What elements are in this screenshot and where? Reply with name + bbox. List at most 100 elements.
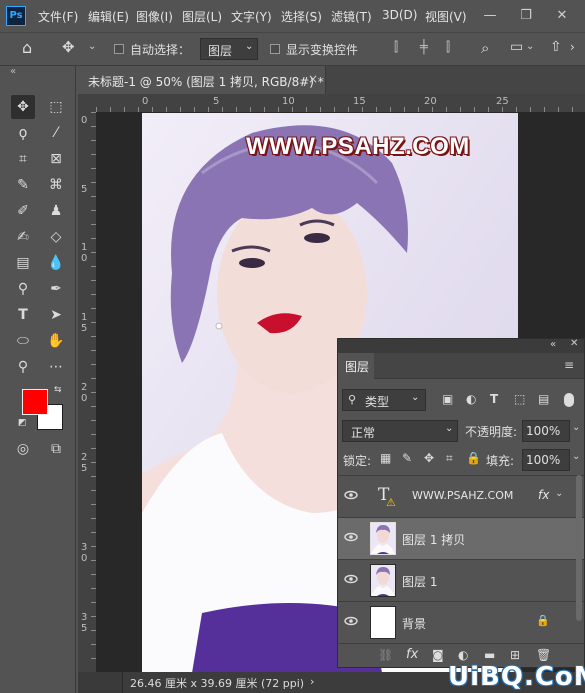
eye-icon[interactable] — [344, 615, 360, 629]
home-icon[interactable]: ⌂ — [22, 38, 32, 57]
layer-row-selected[interactable]: 图层 1 拷贝 — [338, 517, 584, 559]
frame-tool-icon[interactable]: ⊠ — [44, 147, 68, 171]
search-icon[interactable]: ⌕ — [481, 39, 489, 57]
trash-icon[interactable]: 🗑 — [536, 648, 551, 662]
history-brush-icon[interactable]: ✍ — [11, 225, 35, 249]
close-icon[interactable]: ✕ — [550, 6, 574, 26]
screen-mode-icon[interactable]: ⧉ — [44, 437, 68, 461]
align-left-icon[interactable]: ⫿ — [394, 40, 398, 55]
menu-layer[interactable]: 图层(L) — [182, 8, 222, 25]
move-tool-icon[interactable]: ✥ — [62, 38, 75, 56]
filter-adjustment-icon[interactable]: ◐ — [466, 392, 476, 406]
layer-row-background[interactable]: 背景 🔒 — [338, 601, 584, 643]
path-select-icon[interactable]: ➤ — [44, 303, 68, 327]
align-center-icon[interactable]: ╪ — [420, 40, 428, 55]
auto-select-label: 自动选择： — [130, 43, 191, 57]
auto-select-target[interactable]: 图层 ⌄ — [200, 38, 258, 60]
adjustment-icon[interactable]: ◐ — [458, 648, 468, 662]
brush-tool-icon[interactable]: ✐ — [11, 199, 35, 223]
layer-row-text[interactable]: T ⚠ WWW.PSAHZ.COM fx ⌄ — [338, 475, 584, 517]
move-tool-icon[interactable]: ✥ — [11, 95, 35, 119]
close-panel-icon[interactable]: ✕ — [570, 338, 578, 349]
marquee-tool-icon[interactable]: ⬚ — [44, 95, 68, 119]
fill-input[interactable]: 100% — [522, 449, 570, 471]
menu-3d[interactable]: 3D(D) — [382, 8, 417, 22]
collapse-panel-icon[interactable]: « — [10, 66, 16, 77]
layers-scrollbar[interactable] — [576, 475, 582, 621]
menu-filter[interactable]: 滤镜(T) — [331, 8, 372, 25]
blend-mode-select[interactable]: 正常 ⌄ — [342, 420, 458, 442]
zoom-field[interactable] — [78, 672, 123, 693]
layer-fx-icon[interactable]: fx — [538, 488, 549, 502]
status-menu-icon[interactable]: › — [310, 675, 314, 688]
expand-effects-icon[interactable]: ⌄ — [555, 488, 563, 499]
tool-preset-dropdown-icon[interactable]: ⌄ — [88, 41, 96, 52]
eyedropper-icon[interactable]: ✎ — [11, 173, 35, 197]
stamp-tool-icon[interactable]: ♟ — [44, 199, 68, 223]
menu-image[interactable]: 图像(I) — [136, 8, 173, 25]
layer-row[interactable]: 图层 1 — [338, 559, 584, 601]
new-layer-icon[interactable]: ⊞ — [510, 648, 520, 662]
filter-pixel-icon[interactable]: ▣ — [442, 392, 453, 406]
opacity-input[interactable]: 100% — [522, 420, 570, 442]
fx-icon[interactable]: fx — [406, 647, 418, 662]
more-tools-icon[interactable]: ⋯ — [44, 355, 68, 379]
crop-tool-icon[interactable]: ⌗ — [11, 147, 35, 171]
lock-image-icon[interactable]: ✎ — [402, 451, 412, 465]
fill-dropdown-icon[interactable]: ⌄ — [572, 451, 580, 462]
filter-toggle-icon[interactable] — [564, 393, 574, 407]
workspace-dropdown-icon[interactable]: ⌄ — [526, 41, 534, 52]
filter-shape-icon[interactable]: ⬚ — [514, 392, 525, 406]
auto-select-checkbox[interactable] — [114, 44, 124, 54]
hand-tool-icon[interactable]: ✋ — [44, 329, 68, 353]
opacity-dropdown-icon[interactable]: ⌄ — [572, 422, 580, 433]
lasso-tool-icon[interactable]: ϙ — [11, 121, 35, 145]
link-icon[interactable]: ⛓ — [378, 648, 393, 662]
swap-colors-icon[interactable]: ⇆ — [54, 385, 62, 395]
foreground-color-swatch[interactable] — [22, 389, 48, 415]
eraser-icon[interactable]: ◇ — [44, 225, 68, 249]
ruler-tick-label: 5 — [81, 184, 88, 195]
document-tab[interactable]: 未标题-1 @ 50% (图层 1 拷贝, RGB/8#) * × — [78, 66, 326, 94]
mask-icon[interactable]: ◙ — [432, 648, 444, 662]
lock-all-icon[interactable]: 🔒 — [466, 451, 481, 465]
show-transform-checkbox[interactable] — [270, 44, 280, 54]
filter-smart-object-icon[interactable]: ▤ — [538, 392, 549, 406]
menu-select[interactable]: 选择(S) — [281, 8, 322, 25]
blur-tool-icon[interactable]: 💧 — [44, 251, 68, 275]
quick-mask-icon[interactable]: ◎ — [11, 437, 35, 461]
tab-layers[interactable]: 图层 — [338, 353, 374, 379]
layer-filter-select[interactable]: ⚲ 类型 ⌄ — [342, 389, 426, 411]
lock-position-icon[interactable]: ✥ — [424, 451, 434, 465]
lock-transparent-icon[interactable]: ▦ — [380, 451, 391, 465]
filter-type-icon[interactable]: T — [490, 392, 498, 406]
align-right-icon[interactable]: ⫿ — [446, 40, 450, 55]
eye-icon[interactable] — [344, 489, 360, 503]
panel-menu-icon[interactable]: › — [570, 40, 575, 54]
gradient-tool-icon[interactable]: ▤ — [11, 251, 35, 275]
close-tab-icon[interactable]: × — [308, 72, 318, 86]
collapse-icon[interactable]: « — [550, 339, 556, 350]
restore-icon[interactable]: ❐ — [514, 6, 538, 26]
eye-icon[interactable] — [344, 531, 360, 545]
share-icon[interactable]: ⇧ — [550, 39, 562, 55]
pen-tool-icon[interactable]: ✒ — [44, 277, 68, 301]
menu-view[interactable]: 视图(V) — [425, 8, 467, 25]
type-tool-icon[interactable]: T — [11, 303, 35, 327]
workspace-icon[interactable]: ▭ — [510, 39, 523, 55]
magic-wand-icon[interactable]: ⁄ — [44, 121, 68, 145]
default-colors-icon[interactable]: ◩ — [18, 418, 27, 428]
eye-icon[interactable] — [344, 573, 360, 587]
minimize-icon[interactable]: — — [478, 6, 502, 26]
menu-edit[interactable]: 编辑(E) — [88, 8, 129, 25]
spot-heal-icon[interactable]: ⌘ — [44, 173, 68, 197]
lock-artboard-icon[interactable]: ⌗ — [446, 451, 453, 466]
dodge-tool-icon[interactable]: ⚲ — [11, 277, 35, 301]
menu-file[interactable]: 文件(F) — [38, 8, 78, 25]
panel-header: 图层 ≡ — [338, 353, 584, 379]
zoom-tool-icon[interactable]: ⚲ — [11, 355, 35, 379]
menu-type[interactable]: 文字(Y) — [231, 8, 272, 25]
ellipse-tool-icon[interactable]: ⬭ — [11, 329, 35, 353]
panel-menu-icon[interactable]: ≡ — [564, 358, 574, 372]
folder-icon[interactable]: ▬ — [484, 648, 495, 662]
